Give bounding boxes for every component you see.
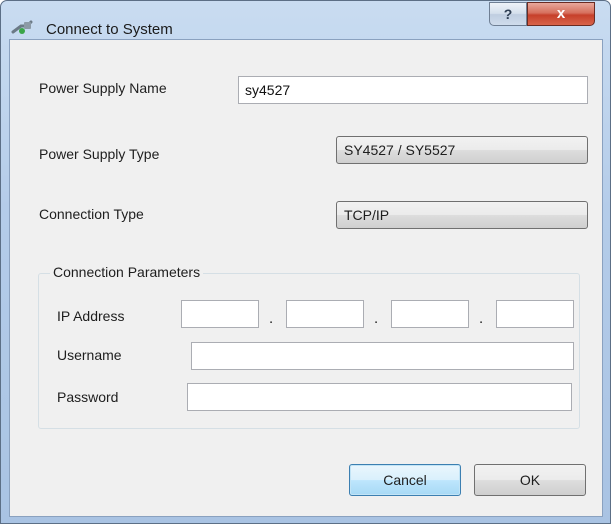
connection-type-select[interactable]: TCP/IP [336, 201, 588, 229]
password-input[interactable] [187, 383, 572, 411]
username-label: Username [57, 347, 122, 363]
ok-button[interactable]: OK [474, 464, 586, 496]
help-button[interactable]: ? [489, 2, 527, 26]
ip-octet-2-input[interactable] [286, 300, 364, 328]
power-supply-name-label: Power Supply Name [39, 80, 167, 96]
username-input[interactable] [191, 342, 574, 370]
ip-octet-1-input[interactable] [181, 300, 259, 328]
password-label: Password [57, 389, 119, 405]
cancel-button[interactable]: Cancel [349, 464, 461, 496]
ip-address-label: IP Address [57, 308, 125, 324]
connection-type-label: Connection Type [39, 206, 144, 222]
power-supply-name-input[interactable]: sy4527 [238, 76, 588, 104]
title-bar[interactable]: Connect to System ? x [1, 1, 610, 39]
ip-separator: . [479, 310, 484, 327]
power-supply-type-select[interactable]: SY4527 / SY5527 [336, 136, 588, 164]
dialog-window: Connect to System ? x Power Supply Name … [0, 0, 611, 524]
connection-parameters-title: Connection Parameters [50, 264, 204, 280]
close-button[interactable]: x [527, 2, 595, 26]
dialog-content: Power Supply Name sy4527 Power Supply Ty… [9, 39, 603, 517]
close-icon: x [556, 5, 566, 22]
ip-separator: . [269, 310, 274, 327]
network-plug-icon [11, 17, 35, 35]
ip-separator: . [374, 310, 379, 327]
ip-octet-3-input[interactable] [391, 300, 469, 328]
help-icon: ? [503, 6, 513, 22]
power-supply-type-label: Power Supply Type [39, 146, 160, 162]
ip-octet-4-input[interactable] [496, 300, 574, 328]
window-title: Connect to System [46, 21, 173, 38]
